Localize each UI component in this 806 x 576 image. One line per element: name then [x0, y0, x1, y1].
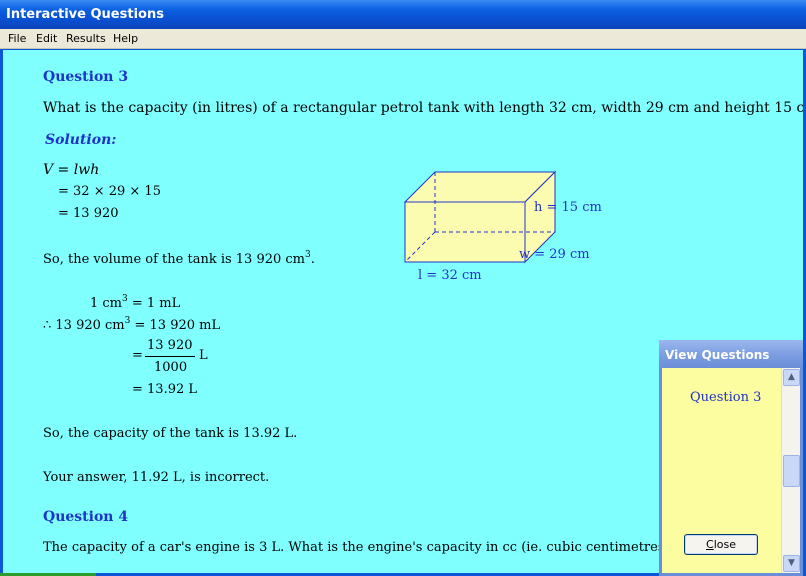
- window-title-bar[interactable]: Interactive Questions: [0, 0, 806, 29]
- menu-edit[interactable]: Edit: [36, 32, 57, 45]
- conversion-result: = 13.92 L: [132, 382, 198, 397]
- app-window: Interactive Questions File Edit Results …: [0, 0, 806, 576]
- scroll-down-icon[interactable]: ▼: [783, 555, 800, 572]
- scroll-up-icon[interactable]: ▲: [783, 369, 800, 386]
- close-accelerator: C: [706, 538, 714, 551]
- equation-line-1: V = lwh: [43, 162, 100, 178]
- fraction-denominator: 1000: [154, 360, 188, 375]
- volume-statement: So, the volume of the tank is 13 920 cm3…: [43, 250, 315, 267]
- conversion-line-1: 1 cm3 = 1 mL: [90, 294, 181, 311]
- menu-file[interactable]: File: [8, 32, 26, 45]
- width-label: w = 29 cm: [519, 247, 590, 262]
- question-3-heading: Question 3: [43, 69, 129, 85]
- conversion-line-2: ∴ 13 920 cm3 = 13 920 mL: [43, 316, 221, 333]
- equation-line-2: = 32 × 29 × 15: [58, 184, 161, 199]
- equation-line-3: = 13 920: [58, 206, 119, 221]
- capacity-statement: So, the capacity of the tank is 13.92 L.: [43, 426, 298, 441]
- close-button[interactable]: Close: [684, 534, 758, 555]
- scroll-thumb[interactable]: [783, 455, 800, 487]
- length-label: l = 32 cm: [418, 268, 482, 283]
- solution-label: Solution:: [45, 132, 117, 148]
- question-list-item-3[interactable]: Question 3: [690, 390, 761, 405]
- question-4-heading: Question 4: [43, 509, 129, 525]
- close-button-label: lose: [713, 538, 736, 551]
- menu-help[interactable]: Help: [113, 32, 138, 45]
- height-label: h = 15 cm: [534, 200, 602, 215]
- menu-bar: File Edit Results Help: [0, 29, 806, 49]
- question-4-text: The capacity of a car's engine is 3 L. W…: [43, 540, 677, 555]
- menu-results[interactable]: Results: [66, 32, 106, 45]
- fraction-bar: [145, 356, 195, 357]
- fraction-unit: L: [199, 348, 208, 363]
- fraction-equals: =: [132, 348, 143, 363]
- panel-scrollbar[interactable]: ▲ ▼: [781, 368, 800, 573]
- question-3-text: What is the capacity (in litres) of a re…: [43, 100, 803, 116]
- answer-feedback: Your answer, 11.92 L, is incorrect.: [43, 470, 270, 485]
- view-questions-title: View Questions: [665, 348, 770, 362]
- view-questions-title-bar[interactable]: View Questions: [659, 340, 803, 368]
- window-title: Interactive Questions: [6, 7, 164, 22]
- fraction-numerator: 13 920: [147, 338, 193, 353]
